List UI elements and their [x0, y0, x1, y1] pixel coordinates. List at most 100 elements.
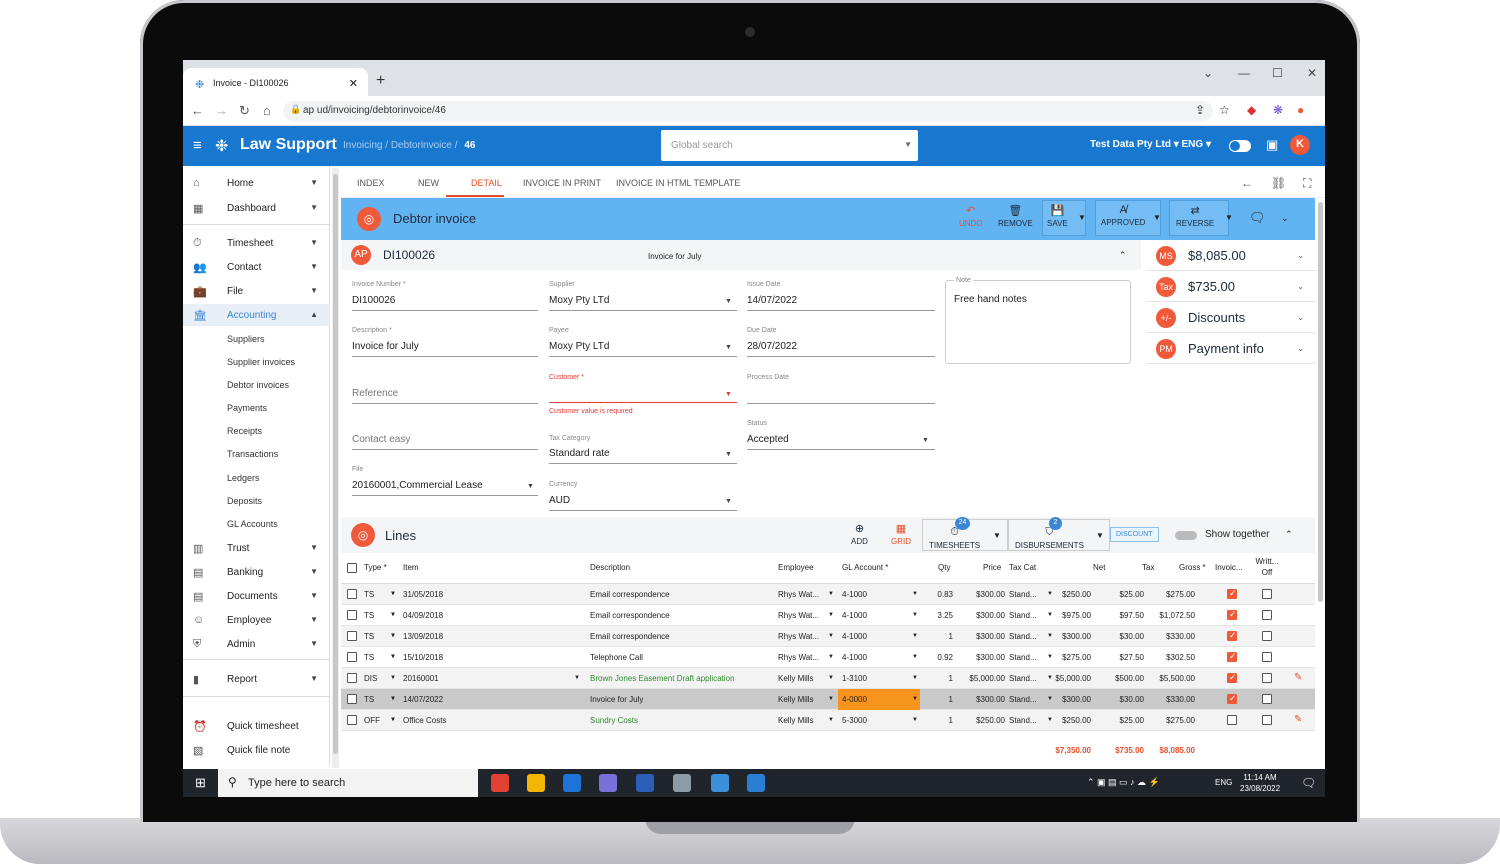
summary-total[interactable]: MS $8,085.00 ⌄: [1146, 240, 1316, 271]
item-dropdown-icon[interactable]: ▼: [390, 696, 396, 702]
reference-field[interactable]: Reference: [352, 388, 398, 399]
item-dropdown-icon[interactable]: ▼: [390, 591, 396, 597]
timesheets-dropdown-icon[interactable]: ▼: [993, 531, 1001, 540]
written-off-checkbox[interactable]: [1262, 694, 1272, 704]
sidebar-sub-payments[interactable]: Payments: [227, 403, 267, 413]
summary-discounts[interactable]: +/- Discounts ⌄: [1146, 302, 1316, 333]
employee-dropdown-icon[interactable]: ▼: [828, 654, 834, 660]
notification-icon[interactable]: 🗨: [1301, 776, 1316, 790]
written-off-checkbox[interactable]: [1262, 673, 1272, 683]
currency-field[interactable]: AUD: [549, 495, 570, 506]
menu-icon[interactable]: ≡: [193, 137, 202, 154]
lang-selector[interactable]: ENG: [1182, 139, 1204, 150]
invoiced-checkbox[interactable]: [1227, 693, 1237, 704]
row-checkbox[interactable]: [347, 610, 357, 620]
edit-icon[interactable]: ✎: [1294, 672, 1302, 683]
description-field[interactable]: Invoice for July: [352, 341, 419, 352]
col-gl-account[interactable]: GL Account *: [842, 563, 888, 572]
maximize-icon[interactable]: ☐: [1272, 66, 1283, 80]
disbursements-button[interactable]: ⛉ DISBURSEMENTS: [1015, 526, 1084, 550]
minimize-icon[interactable]: —: [1238, 66, 1250, 80]
invoiced-checkbox[interactable]: [1227, 715, 1237, 725]
item-dropdown-icon[interactable]: ▼: [574, 675, 580, 681]
contact-field[interactable]: Contact easy: [352, 434, 410, 445]
gl-dropdown-icon[interactable]: ▼: [912, 717, 918, 723]
employee-dropdown-icon[interactable]: ▼: [828, 717, 834, 723]
extension2-icon[interactable]: ❋: [1273, 103, 1283, 117]
extension3-icon[interactable]: ●: [1297, 103, 1304, 117]
taxcat-dropdown-icon[interactable]: ▼: [1047, 717, 1053, 723]
approved-button[interactable]: A̸ APPROVED: [1101, 204, 1145, 227]
sidebar-sub-supplier-invoices[interactable]: Supplier invoices: [227, 357, 295, 367]
chevron-up-icon[interactable]: ⌃: [1285, 529, 1293, 540]
dropdown-arrow-icon[interactable]: ▼: [725, 498, 732, 505]
edit-icon[interactable]: ✎: [1294, 714, 1302, 725]
employee-dropdown-icon[interactable]: ▼: [828, 612, 834, 618]
item-dropdown-icon[interactable]: ▼: [390, 654, 396, 660]
global-search-input[interactable]: Global search ▼: [661, 130, 918, 161]
row-checkbox[interactable]: [347, 673, 357, 683]
sidebar-item-employee[interactable]: ☺ Employee ▼: [183, 609, 330, 631]
taxcat-dropdown-icon[interactable]: ▼: [1047, 696, 1053, 702]
col-net[interactable]: Net: [1093, 563, 1105, 572]
save-button[interactable]: 💾 SAVE: [1047, 204, 1068, 228]
col-gross[interactable]: Gross *: [1179, 563, 1206, 572]
disbursements-dropdown-icon[interactable]: ▼: [1096, 531, 1104, 540]
tab-detail[interactable]: DETAIL: [471, 178, 502, 188]
photos-icon[interactable]: [711, 774, 729, 792]
explorer-icon[interactable]: [527, 774, 545, 792]
link-icon[interactable]: ⛓: [1271, 176, 1286, 190]
sidebar-item-documents[interactable]: ▤ Documents ▼: [183, 585, 330, 607]
snipping-icon[interactable]: [673, 774, 691, 792]
sidebar-item-accounting[interactable]: 🏛 Accounting ▲: [183, 304, 330, 326]
sidebar-item-report[interactable]: ▮ Report ▼: [183, 668, 330, 690]
theme-toggle[interactable]: [1229, 140, 1251, 152]
table-row[interactable]: TS 31/05/2018 Email correspondence Rhys Wat…: [341, 584, 1315, 605]
show-together-toggle[interactable]: [1175, 531, 1197, 540]
col-qty[interactable]: Qty: [938, 563, 950, 572]
file-field[interactable]: 20160001,Commercial Lease: [352, 480, 483, 491]
taxcat-dropdown-icon[interactable]: ▼: [1047, 654, 1053, 660]
share-icon[interactable]: ⇪: [1195, 103, 1205, 117]
tab-index[interactable]: INDEX: [357, 178, 385, 188]
sidebar-sub-suppliers[interactable]: Suppliers: [227, 334, 265, 344]
sidebar-item-admin[interactable]: ⛨ Admin ▼: [183, 633, 330, 655]
new-tab-icon[interactable]: +: [376, 72, 385, 90]
star-icon[interactable]: ☆: [1219, 103, 1230, 117]
invoice-number-field[interactable]: DI100026: [352, 295, 395, 306]
sidebar-sub-transactions[interactable]: Transactions: [227, 449, 278, 459]
col-price[interactable]: Price: [983, 563, 1001, 572]
invoiced-checkbox[interactable]: [1227, 651, 1237, 662]
system-tray-icons[interactable]: ⌃ ▣ ▤ ▭ ♪ ☁ ⚡: [1087, 777, 1160, 788]
taxcat-dropdown-icon[interactable]: ▼: [1047, 591, 1053, 597]
row-checkbox[interactable]: [347, 589, 357, 599]
close-icon[interactable]: ✕: [349, 77, 358, 90]
col-employee[interactable]: Employee: [778, 563, 814, 572]
col-item[interactable]: Item: [403, 563, 419, 572]
sidebar-item-timesheet[interactable]: ⏱ Timesheet ▼: [183, 232, 330, 254]
sidebar-sub-ledgers[interactable]: Ledgers: [227, 473, 260, 483]
comment-icon[interactable]: 🗨: [1249, 210, 1266, 226]
sidebar-scrollbar[interactable]: [332, 168, 339, 768]
item-dropdown-icon[interactable]: ▼: [390, 612, 396, 618]
employee-dropdown-icon[interactable]: ▼: [828, 633, 834, 639]
process-date-field[interactable]: [747, 403, 935, 404]
employee-dropdown-icon[interactable]: ▼: [828, 675, 834, 681]
tab-invoice-in-print[interactable]: INVOICE IN PRINT: [523, 178, 601, 188]
row-checkbox[interactable]: [347, 652, 357, 662]
sidebar-item-contact[interactable]: 👥 Contact ▼: [183, 256, 330, 278]
col-written-off[interactable]: Writt... Off: [1252, 556, 1282, 578]
grid-button[interactable]: ▦ GRID: [891, 522, 911, 546]
col-invoiced[interactable]: Invoic...: [1215, 563, 1243, 572]
avatar[interactable]: K: [1290, 135, 1310, 155]
gl-dropdown-icon[interactable]: ▼: [912, 696, 918, 702]
invoiced-checkbox[interactable]: [1227, 630, 1237, 641]
invoiced-checkbox[interactable]: [1227, 588, 1237, 599]
note-field[interactable]: Note Free hand notes: [945, 277, 1131, 364]
invoiced-checkbox[interactable]: [1227, 609, 1237, 620]
remove-button[interactable]: 🗑 REMOVE: [998, 204, 1033, 228]
select-all-checkbox[interactable]: [347, 563, 357, 573]
item-dropdown-icon[interactable]: ▼: [390, 633, 396, 639]
written-off-checkbox[interactable]: [1262, 715, 1272, 725]
clock[interactable]: 11:14 AM 23/08/2022: [1240, 772, 1280, 794]
